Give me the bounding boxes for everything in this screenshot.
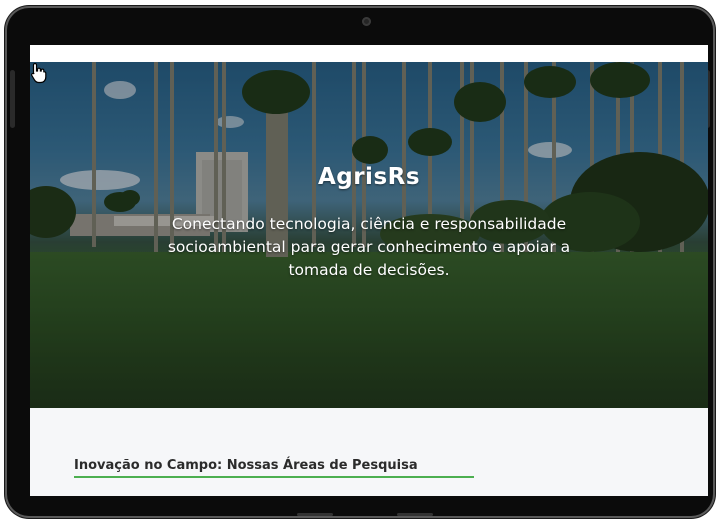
- section-title: Inovação no Campo: Nossas Áreas de Pesqu…: [74, 458, 418, 473]
- hero-subtitle: Conectando tecnologia, ciência e respons…: [167, 215, 571, 279]
- hero-banner: AgrisRs Conectando tecnologia, ciência e…: [30, 62, 708, 408]
- top-bar: [30, 45, 708, 62]
- bottom-slot: [297, 513, 333, 516]
- section-underline: [74, 476, 474, 478]
- tablet-frame: AgrisRs Conectando tecnologia, ciência e…: [7, 8, 713, 516]
- screen: AgrisRs Conectando tecnologia, ciência e…: [30, 45, 708, 496]
- bottom-slot: [397, 513, 433, 516]
- hero-title: AgrisRs: [317, 164, 421, 190]
- hand-pointer-icon: [31, 62, 47, 84]
- camera-icon: [362, 17, 371, 26]
- side-button: [10, 70, 15, 128]
- research-areas-section: Inovação no Campo: Nossas Áreas de Pesqu…: [30, 408, 708, 496]
